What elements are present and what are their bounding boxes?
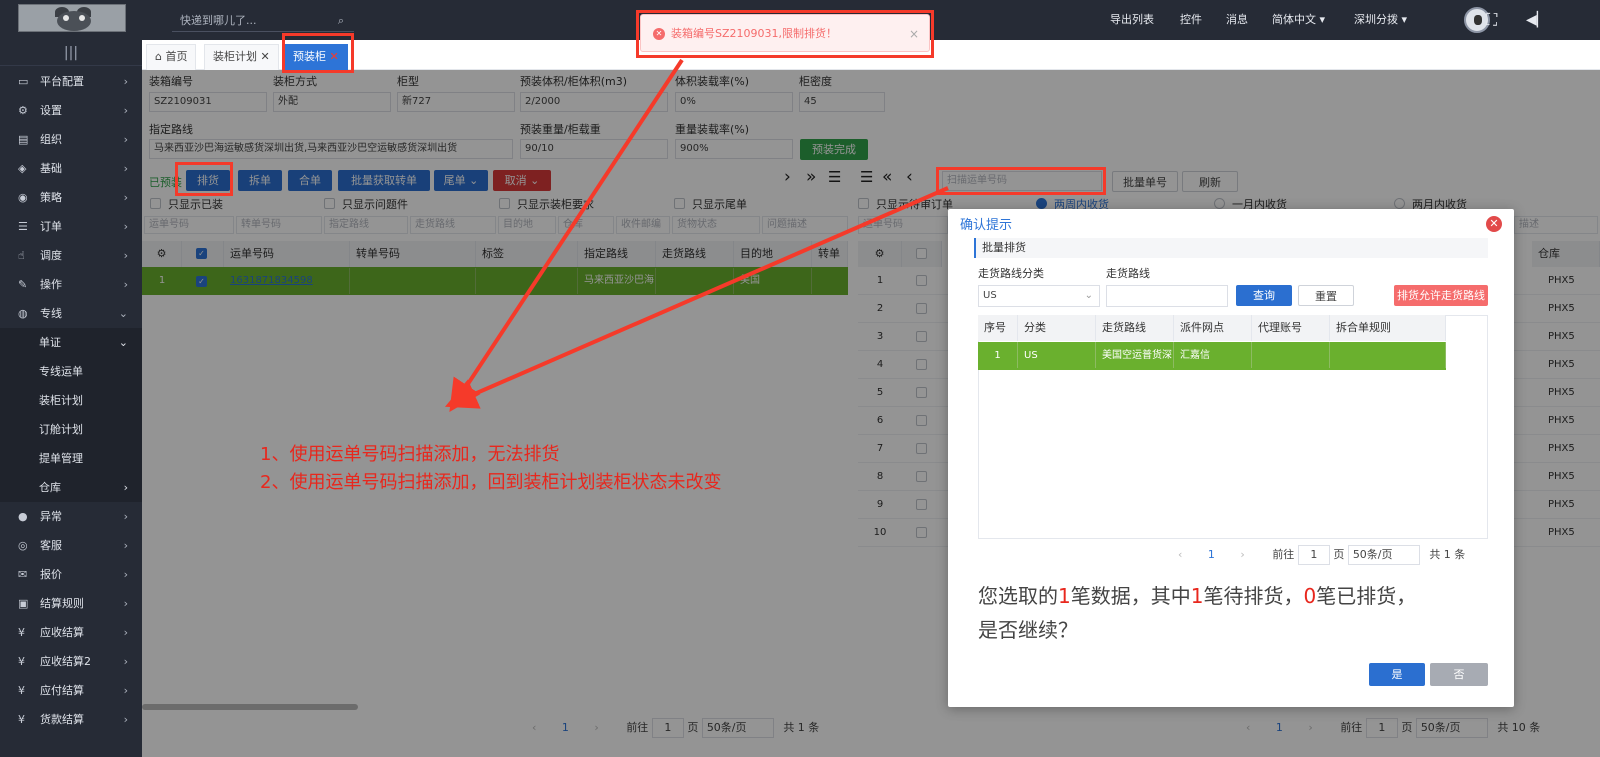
- arrow-from-scan: [444, 186, 949, 409]
- annotation-note-1: 1、使用运单号码扫描添加，无法排货: [260, 444, 560, 465]
- annotation-arrows: [444, 58, 949, 413]
- annotation-note-2: 2、使用运单号码扫描添加，回到装柜计划装柜状态未改变: [260, 472, 722, 493]
